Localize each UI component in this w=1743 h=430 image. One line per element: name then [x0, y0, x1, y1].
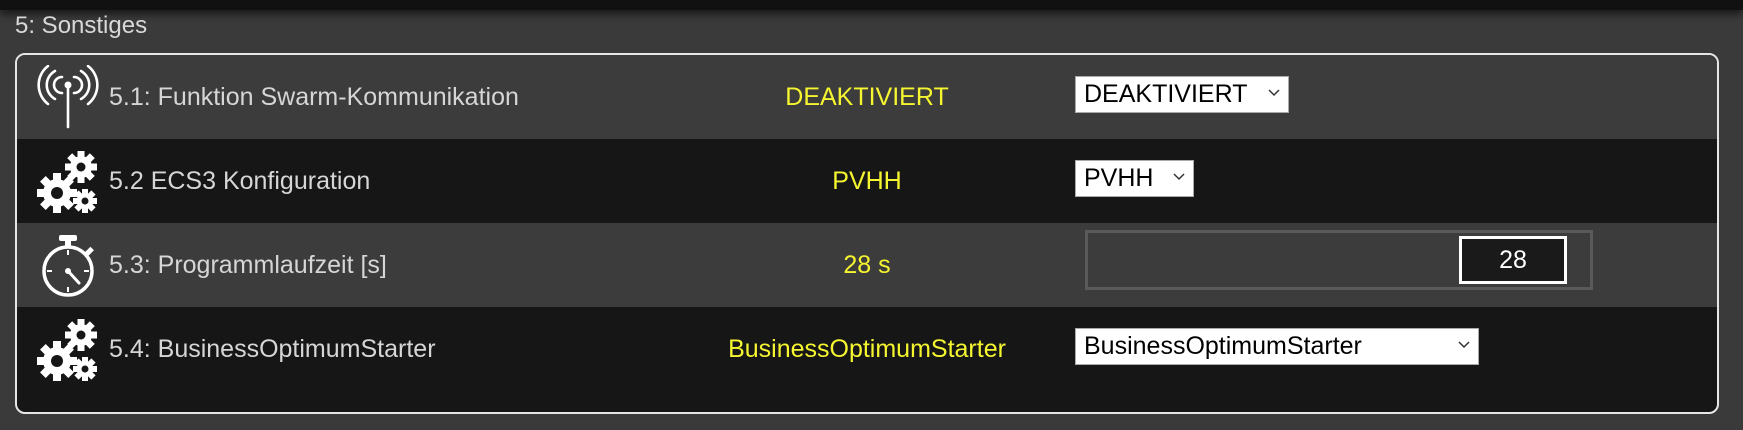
- setting-label: 5.2 ECS3 Konfiguration: [109, 167, 371, 195]
- chevron-down-icon: [1173, 173, 1185, 183]
- settings-panel: 5.1: Funktion Swarm-Kommunikation DEAKTI…: [15, 53, 1719, 414]
- setting-current-value: DEAKTIVIERT: [785, 83, 949, 111]
- setting-row-runtime: 5.3: Programmlaufzeit [s] 28 s 28: [17, 223, 1717, 307]
- setting-current-value: PVHH: [832, 167, 902, 195]
- setting-current-value: BusinessOptimumStarter: [728, 335, 1006, 363]
- setting-label: 5.1: Funktion Swarm-Kommunikation: [109, 83, 519, 111]
- select-value: DEAKTIVIERT: [1084, 80, 1248, 108]
- setting-current-value: 28 s: [843, 251, 891, 279]
- antenna-icon: [35, 65, 101, 131]
- chevron-down-icon: [1458, 341, 1470, 351]
- chevron-down-icon: [1268, 89, 1280, 99]
- select-value: PVHH: [1084, 164, 1154, 192]
- setting-label: 5.4: BusinessOptimumStarter: [109, 335, 436, 363]
- ecs3-config-select[interactable]: PVHH: [1075, 160, 1194, 197]
- setting-label: 5.3: Programmlaufzeit [s]: [109, 251, 387, 279]
- setting-row-business-optimum: 5.4: BusinessOptimumStarter BusinessOpti…: [17, 307, 1717, 391]
- gears-icon: [35, 149, 101, 215]
- stopwatch-icon: [35, 233, 101, 299]
- setting-row-ecs3: 5.2 ECS3 Konfiguration PVHH PVHH: [17, 139, 1717, 223]
- top-bar: [0, 0, 1743, 10]
- runtime-number-input[interactable]: 28: [1459, 236, 1567, 284]
- business-optimum-select[interactable]: BusinessOptimumStarter: [1075, 328, 1479, 365]
- select-value: BusinessOptimumStarter: [1084, 332, 1362, 360]
- swarm-select[interactable]: DEAKTIVIERT: [1075, 76, 1289, 113]
- section-title: 5: Sonstiges: [15, 12, 148, 39]
- setting-row-swarm: 5.1: Funktion Swarm-Kommunikation DEAKTI…: [17, 55, 1717, 139]
- gears-icon: [35, 317, 101, 383]
